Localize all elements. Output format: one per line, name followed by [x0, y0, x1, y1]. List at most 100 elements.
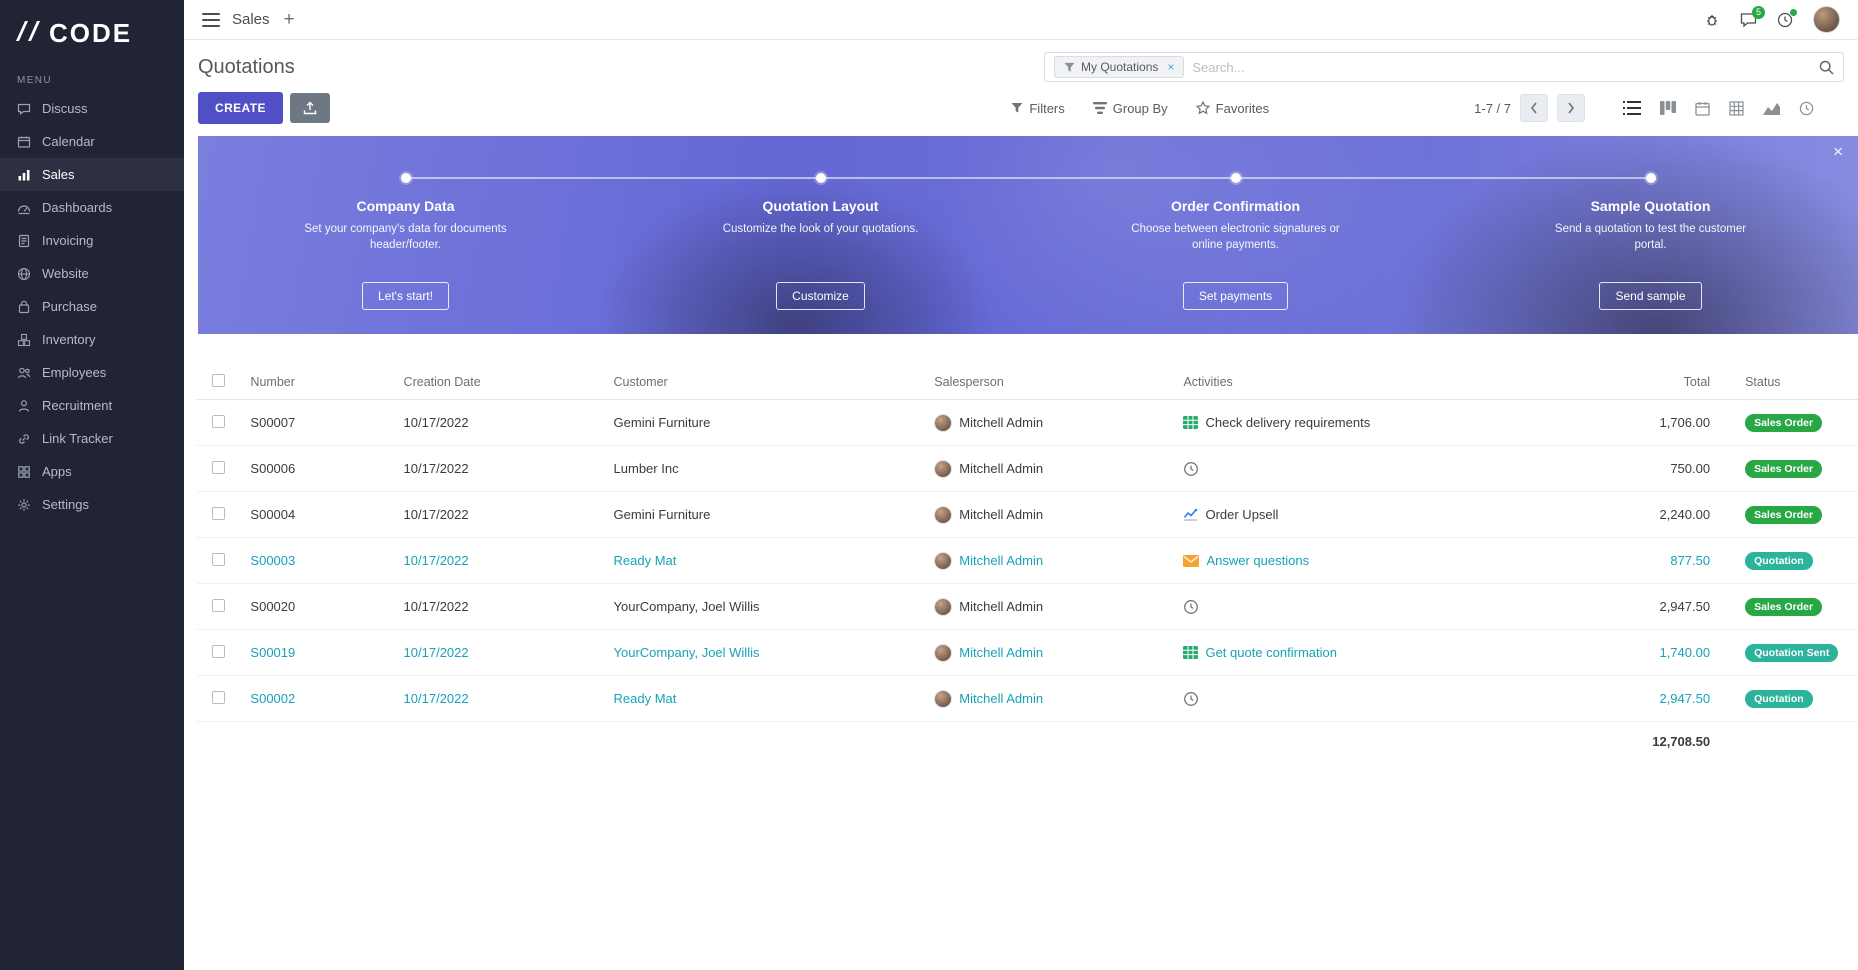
row-checkbox[interactable]	[212, 645, 225, 658]
pivot-view-icon[interactable]	[1729, 101, 1744, 116]
link-tracker-icon	[17, 432, 31, 446]
funnel-icon	[1064, 62, 1075, 73]
remove-filter-icon[interactable]: ×	[1167, 60, 1174, 74]
cell-activity[interactable]: Check delivery requirements	[1205, 415, 1370, 430]
create-button[interactable]: CREATE	[198, 92, 283, 124]
activity-clock-icon[interactable]	[1183, 599, 1199, 615]
activity-clock-icon[interactable]	[1183, 461, 1199, 477]
header-number[interactable]: Number	[250, 375, 403, 389]
row-checkbox[interactable]	[212, 507, 225, 520]
sidebar-item-settings[interactable]: Settings	[0, 488, 184, 521]
table-row[interactable]: S00003 10/17/2022 Ready Mat Mitchell Adm…	[197, 538, 1858, 584]
row-checkbox[interactable]	[212, 691, 225, 704]
sidebar-item-inventory[interactable]: Inventory	[0, 323, 184, 356]
row-checkbox[interactable]	[212, 553, 225, 566]
cell-total: 2,947.50	[1524, 599, 1720, 614]
cell-customer: Ready Mat	[614, 553, 935, 568]
pager-range: 1-7 / 7	[1474, 101, 1511, 116]
header-total[interactable]: Total	[1524, 375, 1720, 389]
new-tab-icon[interactable]: +	[284, 10, 295, 29]
activity-note-icon[interactable]	[1183, 416, 1198, 429]
hamburger-menu-icon[interactable]	[202, 13, 220, 27]
table-row[interactable]: S00002 10/17/2022 Ready Mat Mitchell Adm…	[197, 676, 1858, 722]
sidebar-item-purchase[interactable]: Purchase	[0, 290, 184, 323]
set-payments-button[interactable]: Set payments	[1183, 282, 1288, 310]
pager-previous-button[interactable]	[1520, 94, 1548, 122]
status-badge: Quotation Sent	[1745, 644, 1838, 662]
sidebar-item-calendar[interactable]: Calendar	[0, 125, 184, 158]
salesperson-avatar	[934, 644, 952, 662]
kanban-view-icon[interactable]	[1660, 101, 1676, 115]
cell-total: 750.00	[1524, 461, 1720, 476]
cell-activity[interactable]: Answer questions	[1206, 553, 1309, 568]
table-row[interactable]: S00006 10/17/2022 Lumber Inc Mitchell Ad…	[197, 446, 1858, 492]
activity-view-icon[interactable]	[1799, 101, 1814, 116]
table-row[interactable]: S00019 10/17/2022 YourCompany, Joel Will…	[197, 630, 1858, 676]
activity-note-icon[interactable]	[1183, 646, 1198, 659]
send-sample-button[interactable]: Send sample	[1599, 282, 1701, 310]
group-by-button[interactable]: Group By	[1093, 101, 1168, 116]
header-salesperson[interactable]: Salesperson	[934, 375, 1183, 389]
calendar-view-icon[interactable]	[1695, 101, 1710, 116]
graph-view-icon[interactable]	[1763, 102, 1780, 115]
customize-button[interactable]: Customize	[776, 282, 865, 310]
brand-logo[interactable]: CODE	[0, 0, 184, 63]
cell-salesperson: Mitchell Admin	[959, 461, 1043, 476]
debug-bug-icon[interactable]	[1704, 12, 1720, 28]
activity-chart-icon[interactable]	[1183, 508, 1198, 521]
sidebar-item-discuss[interactable]: Discuss	[0, 92, 184, 125]
header-activities[interactable]: Activities	[1183, 375, 1523, 389]
header-customer[interactable]: Customer	[614, 375, 935, 389]
salesperson-avatar	[934, 690, 952, 708]
row-checkbox[interactable]	[212, 415, 225, 428]
banner-close-icon[interactable]: ×	[1833, 142, 1843, 162]
table-row[interactable]: S00004 10/17/2022 Gemini Furniture Mitch…	[197, 492, 1858, 538]
sidebar-item-website[interactable]: Website	[0, 257, 184, 290]
purchase-icon	[17, 300, 31, 314]
salesperson-avatar	[934, 506, 952, 524]
sidebar-item-invoicing[interactable]: Invoicing	[0, 224, 184, 257]
table-row[interactable]: S00020 10/17/2022 YourCompany, Joel Will…	[197, 584, 1858, 630]
activity-envelope-icon[interactable]	[1183, 555, 1199, 567]
inventory-icon	[17, 333, 31, 347]
sidebar-item-recruitment[interactable]: Recruitment	[0, 389, 184, 422]
import-button[interactable]	[290, 93, 330, 123]
sidebar-item-employees[interactable]: Employees	[0, 356, 184, 389]
chevron-left-icon	[1530, 102, 1538, 114]
favorites-button[interactable]: Favorites	[1196, 101, 1269, 116]
search-box[interactable]: My Quotations ×	[1044, 52, 1844, 82]
list-view-icon[interactable]	[1623, 101, 1641, 115]
sidebar-item-link-tracker[interactable]: Link Tracker	[0, 422, 184, 455]
quotations-table: Number Creation Date Customer Salesperso…	[197, 364, 1858, 760]
user-avatar[interactable]	[1813, 6, 1840, 33]
view-switcher	[1623, 101, 1814, 116]
header-status[interactable]: Status	[1720, 375, 1858, 389]
row-checkbox[interactable]	[212, 461, 225, 474]
row-checkbox[interactable]	[212, 599, 225, 612]
onboarding-banner: × Company Data Set your company's data f…	[198, 136, 1858, 334]
header-creation-date[interactable]: Creation Date	[404, 375, 614, 389]
pager-next-button[interactable]	[1557, 94, 1585, 122]
group-by-icon	[1093, 102, 1107, 114]
sidebar-item-sales[interactable]: Sales	[0, 158, 184, 191]
lets-start-button[interactable]: Let's start!	[362, 282, 449, 310]
search-icon[interactable]	[1819, 60, 1834, 75]
control-panel: Quotations My Quotations × CREATE	[184, 40, 1858, 124]
activities-clock-icon[interactable]	[1777, 12, 1793, 28]
onboarding-progress-line	[406, 177, 1651, 179]
table-row[interactable]: S00007 10/17/2022 Gemini Furniture Mitch…	[197, 400, 1858, 446]
search-input[interactable]	[1192, 60, 1811, 75]
sidebar-item-dashboards[interactable]: Dashboards	[0, 191, 184, 224]
cell-number: S00006	[250, 461, 403, 476]
filters-button[interactable]: Filters	[1011, 101, 1064, 116]
messages-icon[interactable]: 5	[1740, 12, 1757, 28]
sidebar-item-apps[interactable]: Apps	[0, 455, 184, 488]
search-filter-chip[interactable]: My Quotations ×	[1054, 56, 1184, 78]
select-all-checkbox[interactable]	[212, 374, 225, 387]
status-badge: Quotation	[1745, 552, 1813, 570]
cell-activity[interactable]: Get quote confirmation	[1205, 645, 1337, 660]
cell-activity[interactable]: Order Upsell	[1205, 507, 1278, 522]
current-app-name[interactable]: Sales	[232, 11, 270, 28]
cell-number: S00004	[250, 507, 403, 522]
activity-clock-icon[interactable]	[1183, 691, 1199, 707]
